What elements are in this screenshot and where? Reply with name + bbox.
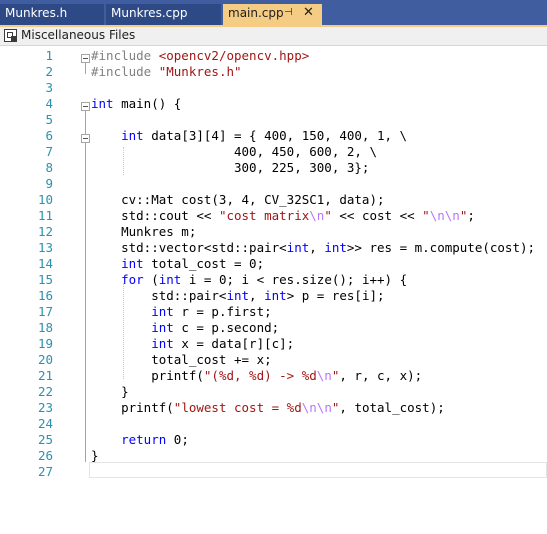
fold-collapse-icon[interactable] bbox=[81, 134, 90, 143]
line-number: 11 bbox=[37, 208, 53, 223]
code-line[interactable]: printf("lowest cost = %d\n\n", total_cos… bbox=[91, 400, 445, 416]
tab-main-cpp[interactable]: main.cpp ⊣ ✕ bbox=[223, 4, 322, 25]
navigation-bar: Miscellaneous Files bbox=[0, 27, 547, 46]
code-line[interactable]: printf("(%d, %d) -> %d\n", r, c, x); bbox=[91, 368, 422, 384]
fold-collapse-icon[interactable] bbox=[81, 102, 90, 111]
tab-munkres-cpp[interactable]: Munkres.cpp bbox=[106, 4, 221, 25]
code-line[interactable]: int c = p.second; bbox=[91, 320, 279, 336]
tab-munkres-h[interactable]: Munkres.h bbox=[0, 4, 104, 25]
tab-label: Munkres.h bbox=[5, 6, 68, 20]
code-line[interactable]: int main() { bbox=[91, 96, 181, 112]
line-number: 19 bbox=[37, 336, 53, 351]
line-number: 26 bbox=[37, 448, 53, 463]
line-number: 24 bbox=[37, 416, 53, 431]
code-line[interactable]: } bbox=[91, 448, 99, 464]
tab-label: main.cpp bbox=[228, 6, 284, 20]
line-number: 25 bbox=[37, 432, 53, 447]
line-number: 10 bbox=[37, 192, 53, 207]
line-number: 3 bbox=[45, 80, 53, 95]
document-tab-bar: Munkres.h Munkres.cpp main.cpp ⊣ ✕ bbox=[0, 0, 547, 25]
tab-label: Munkres.cpp bbox=[111, 6, 188, 20]
code-line[interactable]: #include <opencv2/opencv.hpp> bbox=[91, 48, 309, 64]
line-number: 13 bbox=[37, 240, 53, 255]
code-line[interactable]: int r = p.first; bbox=[91, 304, 271, 320]
solution-files-icon bbox=[4, 29, 17, 42]
code-line[interactable]: std::pair<int, int> p = res[i]; bbox=[91, 288, 384, 304]
line-number: 20 bbox=[37, 352, 53, 367]
fold-guide bbox=[85, 139, 86, 167]
fold-guide bbox=[85, 62, 86, 74]
line-number: 21 bbox=[37, 368, 53, 383]
line-number: 22 bbox=[37, 384, 53, 399]
code-line[interactable]: std::cout << "cost matrix\n" << cost << … bbox=[91, 208, 475, 224]
code-line[interactable]: int data[3][4] = { 400, 150, 400, 1, \ bbox=[91, 128, 407, 144]
line-number: 5 bbox=[45, 112, 53, 127]
line-number: 1 bbox=[45, 48, 53, 63]
line-number: 4 bbox=[45, 96, 53, 111]
code-line[interactable]: 300, 225, 300, 3}; bbox=[91, 160, 369, 176]
line-number: 14 bbox=[37, 256, 53, 271]
code-line[interactable]: Munkres m; bbox=[91, 224, 196, 240]
line-number: 18 bbox=[37, 320, 53, 335]
fold-collapse-icon[interactable] bbox=[81, 54, 90, 63]
line-number: 12 bbox=[37, 224, 53, 239]
code-line[interactable]: return 0; bbox=[91, 432, 189, 448]
close-icon[interactable]: ✕ bbox=[303, 5, 314, 20]
line-number: 9 bbox=[45, 176, 53, 191]
line-number: 27 bbox=[37, 464, 53, 479]
code-line[interactable]: #include "Munkres.h" bbox=[91, 64, 242, 80]
code-line[interactable]: 400, 450, 600, 2, \ bbox=[91, 144, 377, 160]
line-number: 16 bbox=[37, 288, 53, 303]
current-line-highlight bbox=[89, 462, 547, 478]
line-number: 15 bbox=[37, 272, 53, 287]
project-dropdown[interactable]: Miscellaneous Files bbox=[21, 28, 135, 42]
code-line[interactable]: cv::Mat cost(3, 4, CV_32SC1, data); bbox=[91, 192, 384, 208]
code-line[interactable]: } bbox=[91, 384, 129, 400]
code-line[interactable]: total_cost += x; bbox=[91, 352, 271, 368]
code-editor[interactable]: 1 2 3 4 5 6 7 8 9 10 11 12 13 14 15 16 1… bbox=[0, 46, 547, 534]
line-number: 6 bbox=[45, 128, 53, 143]
pin-icon[interactable]: ⊣ bbox=[284, 7, 293, 18]
code-line[interactable]: int x = data[r][c]; bbox=[91, 336, 294, 352]
line-number: 17 bbox=[37, 304, 53, 319]
line-number: 23 bbox=[37, 400, 53, 415]
code-line[interactable]: int total_cost = 0; bbox=[91, 256, 264, 272]
line-number: 2 bbox=[45, 64, 53, 79]
line-number: 7 bbox=[45, 144, 53, 159]
code-line[interactable]: for (int i = 0; i < res.size(); i++) { bbox=[91, 272, 407, 288]
code-line[interactable]: std::vector<std::pair<int, int>> res = m… bbox=[91, 240, 535, 256]
line-number: 8 bbox=[45, 160, 53, 175]
